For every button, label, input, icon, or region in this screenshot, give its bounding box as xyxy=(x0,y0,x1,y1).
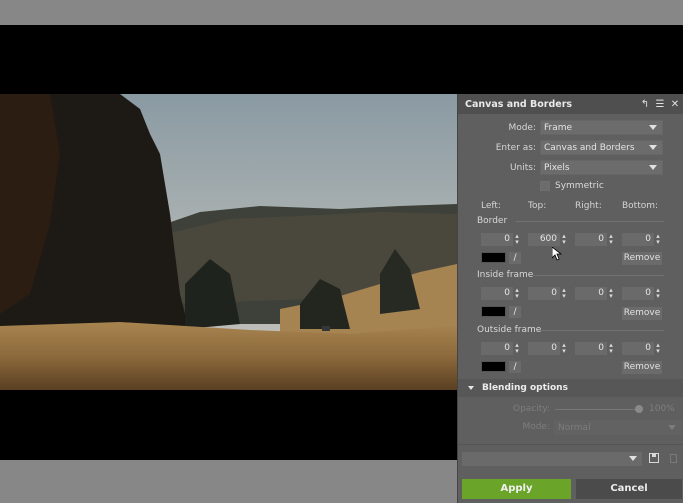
eyedropper-icon[interactable]: ∕ xyxy=(509,361,521,373)
chevron-down-icon xyxy=(649,165,657,170)
inside-right-input[interactable]: 0 xyxy=(575,287,607,300)
inside-bottom-spinner[interactable]: ▴ ▾ xyxy=(655,287,661,300)
border-bottom-input[interactable]: 0 xyxy=(622,233,654,246)
column-right: Right: xyxy=(575,201,602,211)
workspace-top xyxy=(0,0,683,25)
border-left-spinner[interactable]: ▴ ▾ xyxy=(514,233,520,246)
canvas-and-borders-panel: Canvas and Borders ↰ ☰ ✕ Mode: Frame Ent… xyxy=(457,94,683,503)
outside-left-spinner[interactable]: ▴ ▾ xyxy=(514,342,520,355)
close-icon[interactable]: ✕ xyxy=(668,99,682,110)
outside-remove-button[interactable]: Remove xyxy=(622,361,662,374)
outside-right-input[interactable]: 0 xyxy=(575,342,607,355)
cancel-button[interactable]: Cancel xyxy=(576,479,682,499)
border-left-input[interactable]: 0 xyxy=(481,233,513,246)
inside-left-input[interactable]: 0 xyxy=(481,287,513,300)
menu-icon[interactable]: ☰ xyxy=(653,99,667,110)
mode-row: Mode: Frame xyxy=(458,120,663,135)
apply-button[interactable]: Apply xyxy=(462,479,571,499)
section-divider xyxy=(516,221,664,222)
mode-label: Mode: xyxy=(508,122,536,133)
border-top-input[interactable]: 600 xyxy=(528,233,560,246)
inside-color-swatch[interactable] xyxy=(481,306,506,317)
blend-mode-label: Mode: xyxy=(522,422,550,432)
chevron-down-icon xyxy=(649,125,657,130)
opacity-slider[interactable] xyxy=(555,409,639,410)
inside-left-spinner[interactable]: ▴ ▾ xyxy=(514,287,520,300)
eyedropper-icon[interactable]: ∕ xyxy=(509,306,521,318)
section-divider xyxy=(538,330,664,331)
symmetric-checkbox[interactable] xyxy=(540,181,550,191)
photo-preview xyxy=(0,94,457,390)
workspace-bottom xyxy=(0,460,457,503)
outside-left-input[interactable]: 0 xyxy=(481,342,513,355)
blending-options-header[interactable]: Blending options xyxy=(458,379,683,397)
border-right-spinner[interactable]: ▴ ▾ xyxy=(608,233,614,246)
chevron-down-icon xyxy=(629,456,637,461)
opacity-label: Opacity: xyxy=(513,404,550,414)
units-row: Units: Pixels xyxy=(458,160,663,175)
opacity-value: 100% xyxy=(649,404,675,414)
outside-color-swatch[interactable] xyxy=(481,361,506,372)
preset-select[interactable] xyxy=(462,452,642,466)
enter-as-row: Enter as: Canvas and Borders xyxy=(458,140,663,155)
outside-bottom-spinner[interactable]: ▴ ▾ xyxy=(655,342,661,355)
symmetric-label: Symmetric xyxy=(555,181,604,191)
units-value: Pixels xyxy=(544,162,570,173)
border-bottom-spinner[interactable]: ▴ ▾ xyxy=(655,233,661,246)
outside-top-spinner[interactable]: ▴ ▾ xyxy=(561,342,567,355)
enter-as-value: Canvas and Borders xyxy=(544,142,635,153)
symmetric-row: Symmetric xyxy=(540,181,604,191)
inside-top-input[interactable]: 0 xyxy=(528,287,560,300)
mode-value: Frame xyxy=(544,122,573,133)
outside-bottom-input[interactable]: 0 xyxy=(622,342,654,355)
column-top: Top: xyxy=(528,201,547,211)
save-preset-icon[interactable] xyxy=(649,453,659,463)
inside-right-spinner[interactable]: ▴ ▾ xyxy=(608,287,614,300)
divider xyxy=(458,444,683,445)
enter-as-select[interactable]: Canvas and Borders xyxy=(540,140,663,155)
blend-mode-value: Normal xyxy=(558,422,591,433)
opacity-slider-knob[interactable] xyxy=(635,405,643,413)
delete-preset-icon[interactable] xyxy=(670,454,677,463)
outside-top-input[interactable]: 0 xyxy=(528,342,560,355)
blending-options-title: Blending options xyxy=(482,383,568,393)
enter-as-label: Enter as: xyxy=(495,142,536,153)
column-bottom: Bottom: xyxy=(622,201,659,211)
units-label: Units: xyxy=(509,162,536,173)
undo-icon[interactable]: ↰ xyxy=(638,99,652,110)
section-divider xyxy=(533,275,664,276)
units-select[interactable]: Pixels xyxy=(540,160,663,175)
outside-right-spinner[interactable]: ▴ ▾ xyxy=(608,342,614,355)
column-left: Left: xyxy=(481,201,501,211)
blend-mode-select[interactable]: Normal xyxy=(554,420,682,435)
border-top-spinner[interactable]: ▴ ▾ xyxy=(561,233,567,246)
inside-frame-section-title: Inside frame xyxy=(477,270,534,280)
border-remove-button[interactable]: Remove xyxy=(622,252,662,265)
collapse-triangle-icon xyxy=(468,386,474,390)
border-right-input[interactable]: 0 xyxy=(575,233,607,246)
inside-remove-button[interactable]: Remove xyxy=(622,307,662,320)
chevron-down-icon xyxy=(649,145,657,150)
panel-header: Canvas and Borders ↰ ☰ ✕ xyxy=(458,94,683,114)
eyedropper-icon[interactable]: ∕ xyxy=(509,252,521,264)
outside-frame-section-title: Outside frame xyxy=(477,325,542,335)
chevron-down-icon xyxy=(668,425,676,430)
mode-select[interactable]: Frame xyxy=(540,120,663,135)
border-color-swatch[interactable] xyxy=(481,252,506,263)
panel-title: Canvas and Borders xyxy=(465,98,573,110)
canvas-border-top xyxy=(457,25,683,94)
inside-bottom-input[interactable]: 0 xyxy=(622,287,654,300)
inside-top-spinner[interactable]: ▴ ▾ xyxy=(561,287,567,300)
border-section-title: Border xyxy=(477,216,508,226)
